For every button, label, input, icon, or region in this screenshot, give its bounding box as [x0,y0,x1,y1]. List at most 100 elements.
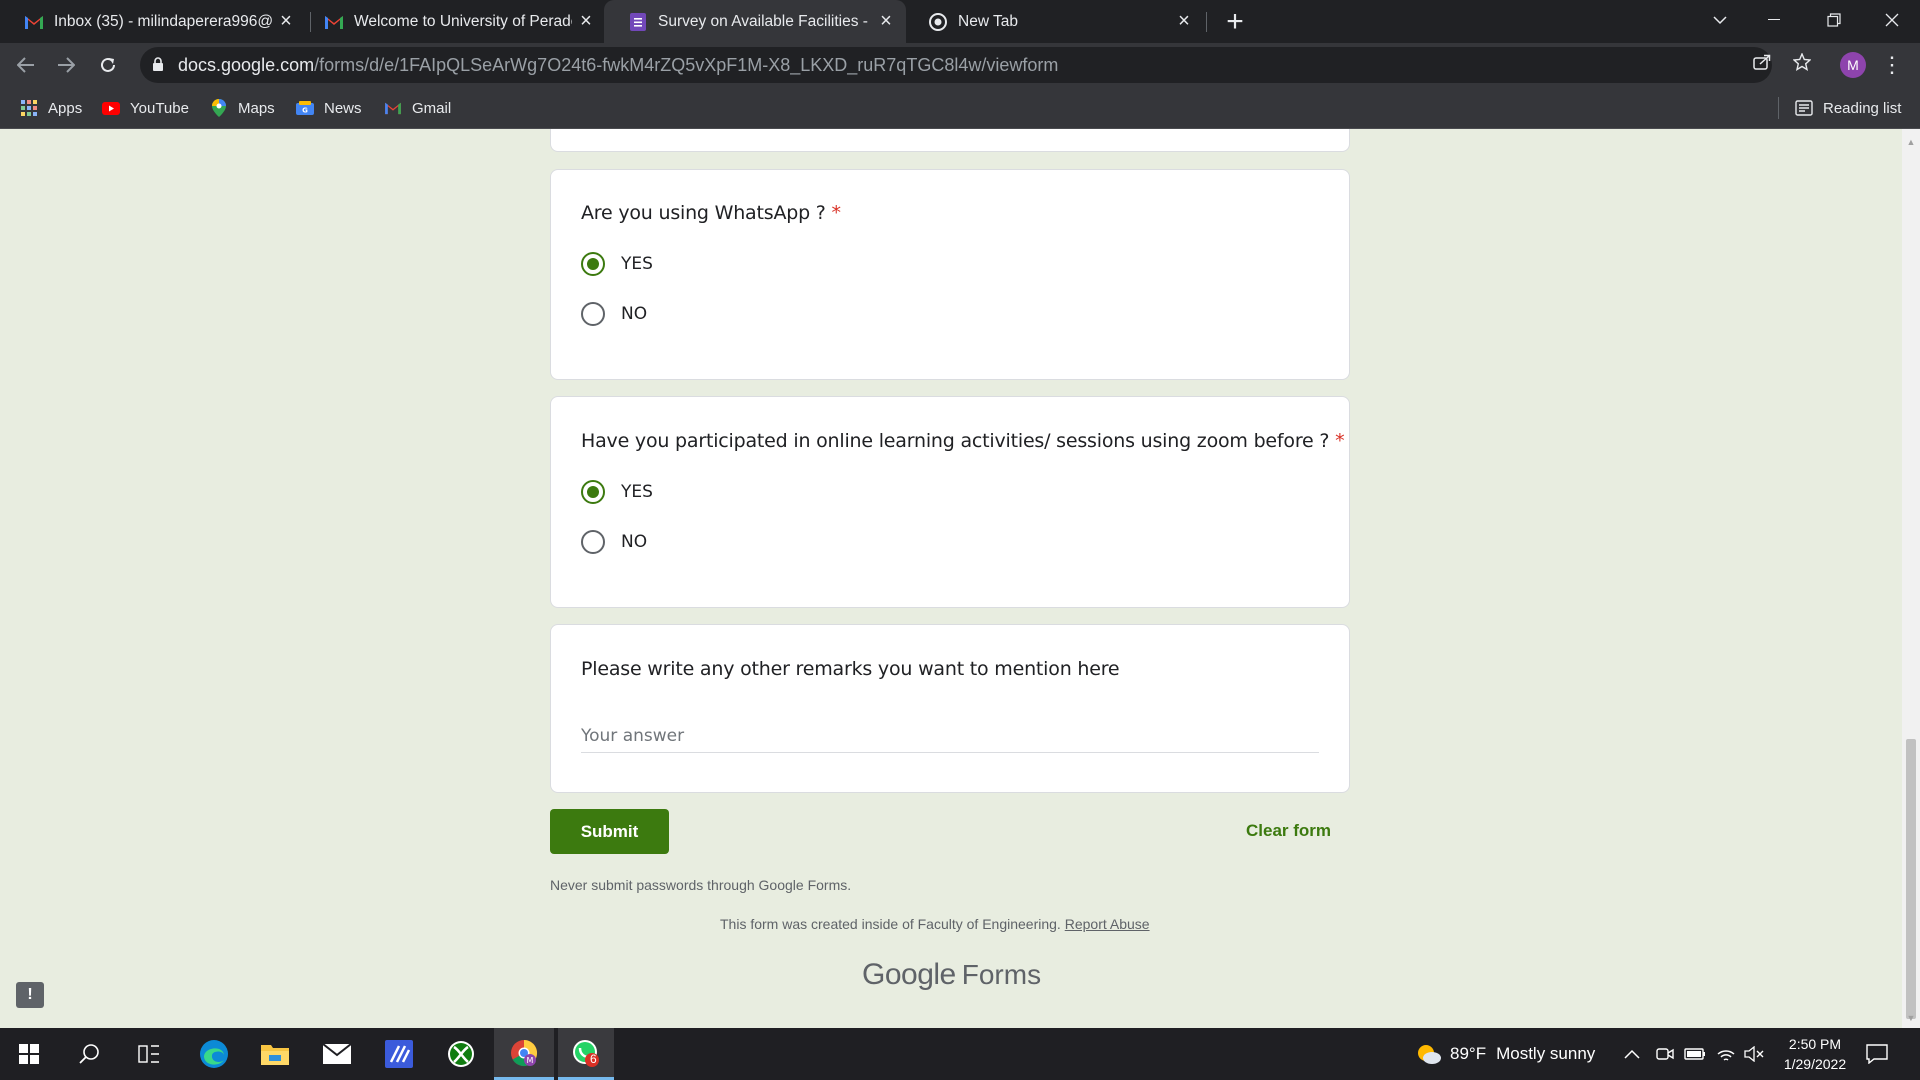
scroll-down-arrow-icon[interactable]: ▼ [1906,1013,1916,1023]
battery-icon[interactable] [1684,1028,1706,1080]
gmail-icon [324,12,344,32]
start-windows-icon[interactable] [0,1028,58,1080]
option-label: YES [621,482,653,502]
bookmark-news[interactable]: G News [296,97,362,119]
close-icon[interactable]: × [1170,8,1198,36]
bookmark-label: News [324,99,362,117]
radio-button[interactable] [581,530,605,554]
tab-search-icon[interactable] [1692,0,1748,40]
bookmarks-divider [1778,97,1779,119]
apps-grid-icon [20,99,38,117]
edge-browser-icon[interactable] [185,1028,243,1080]
news-icon: G [296,99,314,117]
forward-arrow-icon[interactable] [50,49,82,81]
tab-divider [1206,12,1207,32]
tab-inbox[interactable]: Inbox (35) - milindaperera996@gmail.com … [0,0,306,43]
browser-toolbar: docs.google.com/forms/d/e/1FAIpQLSeArWg7… [0,43,1920,87]
tab-title: Welcome to University of Peradeniya [354,12,572,30]
url-path: /forms/d/e/1FAIpQLSeArWg7O24t6-fwkM4rZQ5… [314,55,1059,75]
taskbar-clock[interactable]: 2:50 PM 1/29/2022 [1770,1034,1860,1074]
close-icon[interactable]: × [572,8,600,36]
weather-widget[interactable]: 89°F Mostly sunny [1416,1028,1595,1080]
bookmark-apps[interactable]: Apps [20,97,82,119]
tab-university[interactable]: Welcome to University of Peradeniya × [300,0,606,43]
app-icon[interactable] [370,1028,428,1080]
clear-form-button[interactable]: Clear form [1246,821,1331,841]
volume-muted-icon[interactable] [1744,1028,1764,1080]
reading-list-icon [1795,99,1813,117]
close-icon[interactable]: × [872,8,900,36]
radio-button-checked[interactable] [581,480,605,504]
notification-center-icon[interactable] [1866,1028,1888,1080]
back-arrow-icon[interactable] [10,49,42,81]
bookmark-youtube[interactable]: YouTube [102,97,189,119]
meet-now-icon[interactable] [1656,1028,1674,1080]
previous-question-card [550,129,1350,152]
search-icon[interactable] [60,1028,118,1080]
radio-option-yes[interactable]: YES [581,478,653,506]
weather-text: Mostly sunny [1496,1044,1596,1063]
bookmark-maps[interactable]: Maps [210,97,275,119]
task-view-icon[interactable] [120,1028,178,1080]
scrollbar-thumb[interactable] [1906,739,1916,1019]
close-icon[interactable]: × [272,8,300,36]
reading-list-button[interactable]: Reading list [1795,97,1901,119]
radio-option-no[interactable]: NO [581,300,647,328]
windows-taskbar: M 6 89°F Mostly sunny 2:50 PM 1/29/2022 [0,1028,1920,1080]
tab-survey[interactable]: Survey on Available Facilities - E2 × [604,0,906,43]
page-scrollbar[interactable]: ▲ ▼ [1902,129,1920,1028]
maps-pin-icon [210,99,228,117]
window-close-icon[interactable] [1864,0,1920,40]
radio-option-no[interactable]: NO [581,528,647,556]
new-tab-button[interactable]: + [1220,5,1250,38]
restore-icon[interactable] [1806,0,1862,40]
option-label: YES [621,254,653,274]
question-title: Are you using WhatsApp ? * [581,202,841,224]
notification-badge: 6 [590,1052,597,1066]
menu-kebab-icon[interactable]: ⋮ [1881,49,1903,81]
submit-button[interactable]: Submit [550,809,669,854]
show-hidden-icons-chevron-icon[interactable] [1624,1028,1640,1080]
gmail-icon [384,99,402,117]
tab-title: Inbox (35) - milindaperera996@gmail.com [54,12,272,30]
required-asterisk: * [831,202,842,224]
feedback-icon[interactable]: ! [16,982,44,1008]
question-card-remarks: Please write any other remarks you want … [550,624,1350,793]
tab-new-tab[interactable]: New Tab × [904,0,1204,43]
minimize-icon[interactable] [1746,0,1802,40]
question-card-zoom: Have you participated in online learning… [550,396,1350,608]
question-title: Have you participated in online learning… [581,430,1345,452]
mail-icon[interactable] [308,1028,366,1080]
radio-button-checked[interactable] [581,252,605,276]
reload-icon[interactable] [92,49,124,81]
svg-text:G: G [302,107,308,115]
lock-icon [152,57,164,77]
report-abuse-link[interactable]: Report Abuse [1065,916,1150,932]
bookmark-label: YouTube [130,99,189,117]
required-asterisk: * [1335,430,1345,452]
question-title: Please write any other remarks you want … [581,658,1120,680]
profile-avatar[interactable]: M [1840,52,1866,78]
clock-time: 2:50 PM [1788,1036,1842,1052]
share-icon[interactable] [1751,51,1773,73]
radio-button[interactable] [581,302,605,326]
bookmark-gmail[interactable]: Gmail [384,97,451,119]
clock-date: 1/29/2022 [1783,1056,1847,1072]
wifi-icon[interactable] [1716,1028,1736,1080]
radio-option-yes[interactable]: YES [581,250,653,278]
scroll-up-arrow-icon[interactable]: ▲ [1906,137,1916,147]
chrome-taskbar-icon[interactable]: M [494,1028,554,1080]
file-explorer-icon[interactable] [246,1028,304,1080]
option-label: NO [621,532,648,552]
form-page: Are you using WhatsApp ? * YES NO Have y… [0,129,1902,1028]
whatsapp-taskbar-icon[interactable]: 6 [558,1028,614,1080]
remarks-answer-input[interactable]: Your answer [581,726,1319,753]
xbox-icon[interactable] [432,1028,490,1080]
gmail-icon [24,12,44,32]
reading-list-label: Reading list [1823,99,1902,117]
address-bar[interactable]: docs.google.com/forms/d/e/1FAIpQLSeArWg7… [140,47,1772,83]
google-forms-logo[interactable]: Google Forms [862,958,1041,992]
svg-text:M: M [527,1056,534,1065]
bookmark-star-icon[interactable] [1791,51,1813,73]
bookmark-label: Gmail [412,99,452,117]
